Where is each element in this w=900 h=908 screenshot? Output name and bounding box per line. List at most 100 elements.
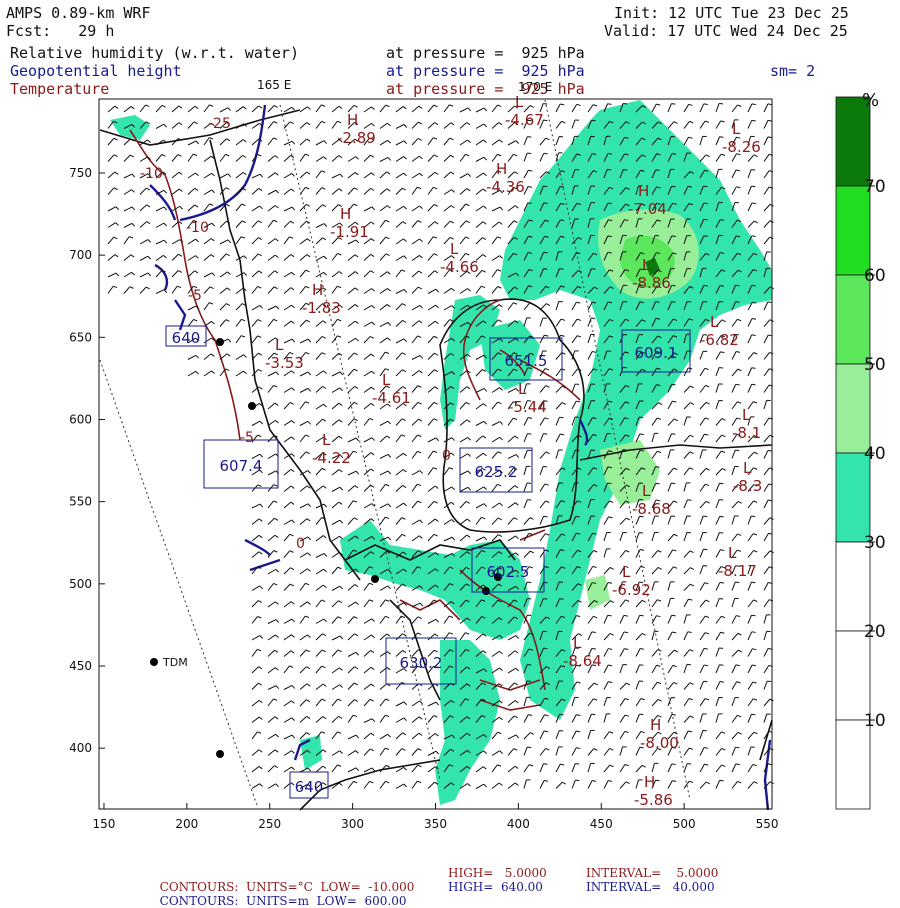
y-tick-label: 450 (69, 659, 92, 673)
colorbar-segment (836, 275, 870, 364)
temperature-center-value: -1.83 (302, 299, 341, 317)
temperature-center-kind: H (340, 205, 351, 223)
x-tick-label: 250 (258, 817, 281, 831)
temperature-center-kind: H (312, 281, 323, 299)
colorbar-tick-label: 60 (864, 266, 886, 286)
colorbar-tick-label: 40 (864, 444, 886, 464)
temperature-center-value: -8.1 (732, 424, 761, 442)
footer-height-contours: CONTOURS: UNITS=m LOW= 600.00 (152, 880, 407, 908)
temperature-center-value: -8.17 (718, 562, 757, 580)
x-tick-label: 400 (507, 817, 530, 831)
colorbar-segment (836, 542, 870, 631)
temperature-center-kind: L (728, 544, 737, 562)
x-tick-label: 200 (175, 817, 198, 831)
footer-height-interval: INTERVAL= 40.000 (586, 880, 715, 894)
temperature-center-kind: H (644, 773, 655, 791)
contour-value-label: -5 (188, 288, 202, 304)
temperature-center-kind: L (515, 93, 524, 111)
temperature-center-value: -5.44 (508, 398, 547, 416)
x-tick-label: 350 (424, 817, 447, 831)
footer-height-label: CONTOURS: UNITS=m LOW= 600.00 (160, 894, 407, 908)
x-tick-label: 300 (341, 817, 364, 831)
y-tick-label: 650 (69, 330, 92, 344)
station-dot (216, 338, 224, 346)
temperature-center-value: -4.22 (312, 449, 351, 467)
y-tick-label: 400 (69, 741, 92, 755)
colorbar-tick-label: 20 (864, 622, 886, 642)
temperature-center-kind: H (496, 160, 507, 178)
station-dot (216, 750, 224, 758)
station-dot-tdm (150, 658, 158, 666)
x-tick-label: 500 (673, 817, 696, 831)
temperature-center-kind: L (275, 336, 284, 354)
temperature-center-kind: H (650, 716, 661, 734)
temperature-center-value: -1.91 (330, 223, 369, 241)
weather-map: TDM 165 E 170 E 640651.5609.1607.4625.26… (0, 0, 900, 900)
height-center-value: 630.2 (400, 654, 443, 672)
footer-temp-high: HIGH= 5.0000 (448, 866, 547, 880)
lon-label-170e: 170 E (518, 80, 552, 94)
x-tick-label: 150 (93, 817, 116, 831)
temperature-center-kind: L (642, 482, 651, 500)
x-tick-label: 550 (756, 817, 779, 831)
temperature-center-kind: L (573, 634, 582, 652)
temperature-center-value: -3.53 (265, 354, 304, 372)
temperature-center-kind: L (732, 120, 741, 138)
contour-value-label: 0 (442, 448, 451, 464)
temperature-center-value: -6.82 (700, 331, 739, 349)
colorbar: 70605040302010 (836, 97, 886, 809)
temperature-center-value: -4.67 (505, 111, 544, 129)
colorbar-segment (836, 720, 870, 809)
height-center-value: 640 (172, 329, 201, 347)
temperature-center-value: -7.04 (628, 200, 667, 218)
temperature-center-value: -2.89 (337, 129, 376, 147)
y-tick-label: 500 (69, 577, 92, 591)
colorbar-tick-label: 10 (864, 711, 886, 731)
height-center-value: 625.2 (475, 463, 518, 481)
temperature-center-kind: H (638, 182, 649, 200)
station-label-tdm: TDM (162, 656, 188, 669)
colorbar-unit: % (862, 90, 879, 111)
y-tick-label: 600 (69, 412, 92, 426)
contour-value-label: -10 (186, 220, 209, 236)
height-center-value: 602.5 (487, 563, 530, 581)
y-tick-label: 750 (69, 166, 92, 180)
colorbar-segment (836, 453, 870, 542)
temperature-center-kind: L (382, 371, 391, 389)
footer-temp-interval: INTERVAL= 5.0000 (586, 866, 718, 880)
temperature-center-value: -8.26 (722, 138, 761, 156)
temperature-center-kind: H (347, 111, 358, 129)
temperature-center-value: -8.3 (733, 477, 762, 495)
x-tick-label: 450 (590, 817, 613, 831)
temperature-center-value: -6.92 (612, 581, 651, 599)
colorbar-tick-label: 30 (864, 533, 886, 553)
temperature-center-kind: L (622, 563, 631, 581)
height-center-value: 651.5 (505, 352, 548, 370)
colorbar-segment (836, 186, 870, 275)
colorbar-tick-label: 70 (864, 177, 886, 197)
height-center-value: 640 (295, 778, 324, 796)
temperature-center-kind: L (450, 240, 459, 258)
temperature-center-value: -4.61 (372, 389, 411, 407)
temperature-center-kind: L (742, 406, 751, 424)
station-dot (371, 575, 379, 583)
temperature-center-kind: L (743, 459, 752, 477)
y-tick-label: 700 (69, 248, 92, 262)
temperature-center-kind: L (322, 431, 331, 449)
station-dot (248, 402, 256, 410)
station-dot (482, 587, 490, 595)
y-tick-label: 550 (69, 495, 92, 509)
colorbar-segment (836, 631, 870, 720)
temperature-center-value: -8.64 (563, 652, 602, 670)
colorbar-segment (836, 364, 870, 453)
height-center-value: 609.1 (635, 344, 678, 362)
temperature-center-value: -5.86 (634, 791, 673, 809)
temperature-center-value: -4.66 (440, 258, 479, 276)
contour-value-label: -25 (208, 116, 231, 132)
temperature-center-value: -8.68 (632, 500, 671, 518)
contour-value-label: -10 (140, 166, 163, 182)
contour-value-label: -5 (240, 430, 254, 446)
temperature-center-kind: L (710, 313, 719, 331)
temperature-center-kind: L (518, 380, 527, 398)
height-center-value: 607.4 (220, 457, 263, 475)
